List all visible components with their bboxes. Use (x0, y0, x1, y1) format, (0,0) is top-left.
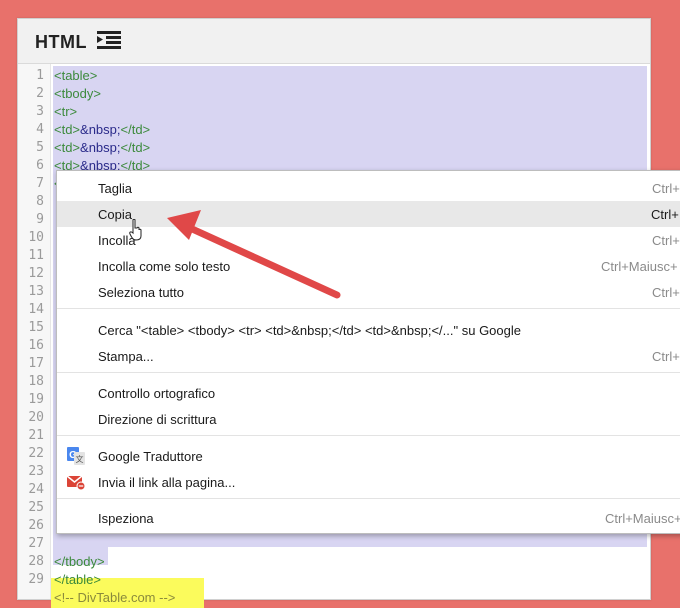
code-line-4: <td>&nbsp;</td> (54, 122, 150, 137)
menu-item-label: Taglia (98, 181, 132, 196)
menu-item-copia[interactable]: Copia Ctrl+ (57, 201, 680, 227)
menu-item-label: Cerca "<table> <tbody> <tr> <td>&nbsp;</… (98, 323, 521, 338)
mail-icon (67, 475, 85, 491)
td-close: </td> (120, 122, 151, 137)
menu-item-shortcut: Ctrl+ (652, 349, 680, 364)
line-number: 26 (28, 518, 44, 533)
line-number: 9 (36, 212, 44, 227)
menu-item-shortcut: Ctrl+ (651, 207, 679, 222)
nbsp-entity: &nbsp; (80, 122, 121, 137)
editor-title: HTML (35, 32, 87, 52)
line-number: 13 (28, 284, 44, 299)
menu-item-google-traduttore[interactable]: G 文 Google Traduttore (57, 443, 680, 469)
code-line-2: <tbody> (54, 86, 101, 101)
menu-item-invia-link[interactable]: Invia il link alla pagina... (57, 469, 680, 495)
editor-header: HTML (18, 19, 650, 64)
td-open: <td> (54, 122, 81, 137)
menu-item-controllo-ortografico[interactable]: Controllo ortografico (57, 380, 680, 406)
menu-separator (57, 372, 680, 373)
code-line-27: </tbody> (54, 554, 105, 569)
line-number: 7 (36, 176, 44, 191)
menu-item-label: Copia (98, 207, 132, 222)
indent-icon[interactable] (97, 30, 121, 50)
menu-item-ispeziona[interactable]: Ispeziona Ctrl+Maiusc+ (57, 505, 680, 531)
mouse-cursor-icon (129, 219, 142, 241)
menu-item-cerca-google[interactable]: Cerca "<table> <tbody> <tr> <td>&nbsp;</… (57, 317, 680, 343)
menu-item-incolla-solo-testo[interactable]: Incolla come solo testo Ctrl+Maiusc+ (57, 253, 680, 279)
menu-item-label: Seleziona tutto (98, 285, 185, 300)
code-line-28: </table> (54, 572, 101, 587)
menu-item-label: Google Traduttore (98, 449, 203, 464)
code-line-5: <td>&nbsp;</td> (54, 140, 150, 155)
line-number: 15 (28, 320, 44, 335)
line-number: 22 (28, 446, 44, 461)
line-number: 16 (28, 338, 44, 353)
line-number: 4 (36, 122, 44, 137)
line-number-gutter: 1 2 3 4 5 6 7 8 9 10 11 12 13 14 15 16 1… (18, 64, 51, 599)
svg-text:文: 文 (76, 454, 84, 464)
line-number: 14 (28, 302, 44, 317)
menu-item-shortcut: Ctrl+ (652, 285, 680, 300)
line-number: 28 (28, 554, 44, 569)
menu-item-taglia[interactable]: Taglia Ctrl+ (57, 175, 680, 201)
menu-item-direzione-scrittura[interactable]: Direzione di scrittura (57, 406, 680, 432)
line-number: 6 (36, 158, 44, 173)
menu-item-label: Direzione di scrittura (98, 412, 217, 427)
td-close: </td> (120, 140, 151, 155)
line-number: 10 (28, 230, 44, 245)
line-number: 29 (28, 572, 44, 587)
menu-item-shortcut: Ctrl+Maiusc+ (601, 259, 678, 274)
line-number: 27 (28, 536, 44, 551)
menu-separator (57, 498, 680, 499)
line-number: 17 (28, 356, 44, 371)
line-number: 8 (36, 194, 44, 209)
menu-item-label: Invia il link alla pagina... (98, 475, 236, 490)
menu-item-stampa[interactable]: Stampa... Ctrl+ (57, 343, 680, 369)
context-menu: Taglia Ctrl+ Copia Ctrl+ Incolla Ctrl+ I… (56, 170, 680, 534)
line-number: 21 (28, 428, 44, 443)
google-translate-icon: G 文 (67, 447, 85, 465)
line-number: 20 (28, 410, 44, 425)
nbsp-entity: &nbsp; (80, 140, 121, 155)
line-number: 24 (28, 482, 44, 497)
line-number: 2 (36, 86, 44, 101)
menu-item-shortcut: Ctrl+ (652, 233, 680, 248)
line-number: 19 (28, 392, 44, 407)
menu-item-label: Stampa... (98, 349, 154, 364)
menu-item-shortcut: Ctrl+Maiusc+ (605, 511, 680, 526)
line-number: 5 (36, 140, 44, 155)
line-number: 3 (36, 104, 44, 119)
menu-item-shortcut: Ctrl+ (652, 181, 680, 196)
menu-item-label: Ispeziona (98, 511, 154, 526)
menu-item-label: Controllo ortografico (98, 386, 216, 401)
menu-separator (57, 308, 680, 309)
td-open: <td> (54, 140, 81, 155)
menu-item-label: Incolla come solo testo (98, 259, 231, 274)
line-number: 12 (28, 266, 44, 281)
line-number: 23 (28, 464, 44, 479)
line-number: 11 (28, 248, 44, 263)
menu-item-incolla[interactable]: Incolla Ctrl+ (57, 227, 680, 253)
code-line-1: <table> (54, 68, 98, 83)
line-number: 18 (28, 374, 44, 389)
menu-item-seleziona-tutto[interactable]: Seleziona tutto Ctrl+ (57, 279, 680, 305)
code-line-3: <tr> (54, 104, 78, 119)
line-number: 1 (36, 68, 44, 83)
menu-separator (57, 435, 680, 436)
line-number: 25 (28, 500, 44, 515)
